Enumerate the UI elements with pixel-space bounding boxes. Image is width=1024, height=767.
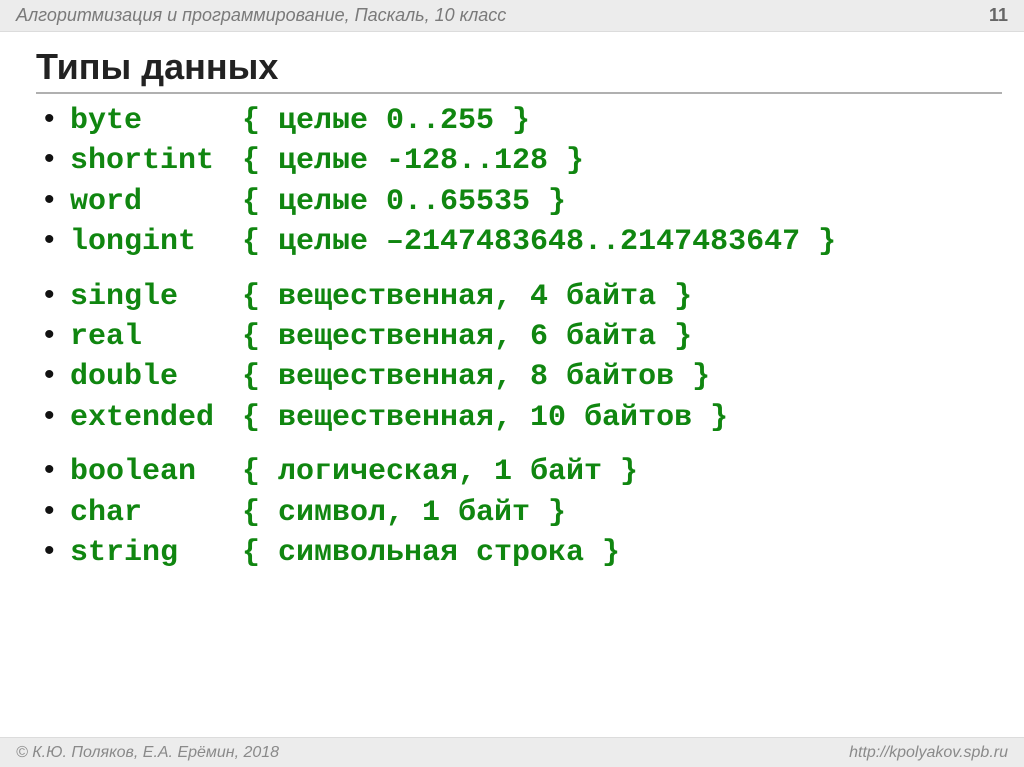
type-row: • word{ целые 0..65535 } <box>44 181 1004 221</box>
type-name: boolean <box>70 453 242 491</box>
type-row: • string{ символьная строка } <box>44 532 1004 572</box>
bullet-icon: • <box>44 451 70 489</box>
type-desc: { символ, 1 байт } <box>242 496 566 530</box>
type-name: extended <box>70 399 242 437</box>
bullet-icon: • <box>44 316 70 354</box>
bullet-icon: • <box>44 221 70 259</box>
bullet-icon: • <box>44 492 70 530</box>
bullet-icon: • <box>44 397 70 435</box>
type-desc: { целые 0..65535 } <box>242 185 566 219</box>
type-desc: { вещественная, 6 байта } <box>242 320 692 354</box>
type-name: double <box>70 358 242 396</box>
type-group-integers: • byte{ целые 0..255 } • shortint{ целые… <box>44 100 1004 262</box>
type-desc: { вещественная, 8 байтов } <box>242 360 710 394</box>
type-name: shortint <box>70 142 242 180</box>
type-row: • boolean{ логическая, 1 байт } <box>44 451 1004 491</box>
type-name: char <box>70 494 242 532</box>
footer-bar: © К.Ю. Поляков, Е.А. Ерёмин, 2018 http:/… <box>0 737 1024 767</box>
copyright-text: © К.Ю. Поляков, Е.А. Ерёмин, 2018 <box>16 744 849 762</box>
type-name: real <box>70 318 242 356</box>
type-group-floats: • single{ вещественная, 4 байта } • real… <box>44 276 1004 438</box>
course-title: Алгоритмизация и программирование, Паска… <box>16 5 989 26</box>
type-name: string <box>70 534 242 572</box>
header-bar: Алгоритмизация и программирование, Паска… <box>0 0 1024 32</box>
type-desc: { вещественная, 4 байта } <box>242 280 692 314</box>
footer-url: http://kpolyakov.spb.ru <box>849 744 1008 762</box>
type-row: • real{ вещественная, 6 байта } <box>44 316 1004 356</box>
bullet-icon: • <box>44 276 70 314</box>
type-desc: { вещественная, 10 байтов } <box>242 401 728 435</box>
slide-title: Типы данных <box>36 46 278 88</box>
type-row: • extended{ вещественная, 10 байтов } <box>44 397 1004 437</box>
content-area: • byte{ целые 0..255 } • shortint{ целые… <box>44 100 1004 586</box>
type-group-other: • boolean{ логическая, 1 байт } • char{ … <box>44 451 1004 572</box>
bullet-icon: • <box>44 356 70 394</box>
type-name: longint <box>70 223 242 261</box>
bullet-icon: • <box>44 140 70 178</box>
type-row: • byte{ целые 0..255 } <box>44 100 1004 140</box>
bullet-icon: • <box>44 181 70 219</box>
type-row: • longint{ целые –2147483648..2147483647… <box>44 221 1004 261</box>
title-underline <box>36 92 1002 94</box>
type-row: • single{ вещественная, 4 байта } <box>44 276 1004 316</box>
slide: Алгоритмизация и программирование, Паска… <box>0 0 1024 767</box>
type-row: • char{ символ, 1 байт } <box>44 492 1004 532</box>
type-name: byte <box>70 102 242 140</box>
type-desc: { логическая, 1 байт } <box>242 455 638 489</box>
type-desc: { целые 0..255 } <box>242 104 530 138</box>
type-desc: { целые –2147483648..2147483647 } <box>242 225 836 259</box>
type-row: • shortint{ целые -128..128 } <box>44 140 1004 180</box>
page-number: 11 <box>989 5 1008 26</box>
type-row: • double{ вещественная, 8 байтов } <box>44 356 1004 396</box>
type-name: word <box>70 183 242 221</box>
type-desc: { символьная строка } <box>242 536 620 570</box>
bullet-icon: • <box>44 532 70 570</box>
type-name: single <box>70 278 242 316</box>
bullet-icon: • <box>44 100 70 138</box>
type-desc: { целые -128..128 } <box>242 144 584 178</box>
